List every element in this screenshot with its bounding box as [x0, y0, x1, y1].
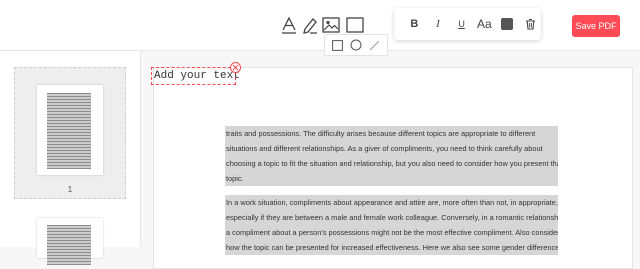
- document-paragraph-1: traits and possessions. The difficulty a…: [225, 126, 558, 186]
- paragraph-line: In a work situation, compliments about a…: [226, 198, 558, 207]
- paragraph-line: situations and different relationships. …: [226, 144, 543, 153]
- paragraph-line: how the topic can be presented for incre…: [226, 243, 558, 252]
- text-tool-icon[interactable]: [280, 16, 298, 34]
- color-swatch: [501, 18, 513, 30]
- paragraph-line: traits and possessions. The difficulty a…: [226, 129, 536, 138]
- thumbnail-page-preview: [37, 85, 103, 175]
- pen-tool-icon[interactable]: [301, 16, 319, 34]
- image-tool-icon[interactable]: [322, 16, 340, 34]
- thumbnail-text-preview: [47, 225, 91, 265]
- paragraph-line: a compliment about a person's possession…: [226, 228, 558, 237]
- circle-shape-icon[interactable]: [349, 38, 363, 52]
- line-shape-icon[interactable]: [368, 38, 382, 52]
- page-thumbnail-1[interactable]: [14, 67, 126, 199]
- thumbnail-text-preview: [47, 93, 91, 169]
- trash-icon[interactable]: [520, 13, 541, 35]
- color-picker-button[interactable]: [497, 13, 518, 35]
- top-toolbar: B I U Aa Save PDF: [0, 0, 640, 51]
- page-number-label: 1: [67, 185, 73, 194]
- paragraph-line: especially if they are between a male an…: [226, 213, 558, 222]
- remove-text-box-icon[interactable]: [230, 62, 241, 73]
- page-thumbnail-2[interactable]: [37, 218, 103, 265]
- square-shape-icon[interactable]: [330, 38, 344, 52]
- underline-button[interactable]: U: [451, 13, 472, 35]
- font-size-button[interactable]: Aa: [475, 13, 494, 35]
- text-box[interactable]: Add your text: [151, 67, 240, 85]
- paragraph-line: topic.: [226, 174, 244, 183]
- bold-button[interactable]: B: [404, 13, 425, 35]
- shape-tool-icon[interactable]: [346, 16, 364, 34]
- italic-button[interactable]: I: [428, 13, 449, 35]
- shape-menu: [324, 34, 388, 56]
- text-format-bar: B I U Aa: [394, 8, 541, 40]
- save-pdf-button[interactable]: Save PDF: [572, 15, 620, 37]
- paragraph-line: choosing a topic to fit the situation an…: [226, 159, 558, 168]
- document-paragraph-2: In a work situation, compliments about a…: [225, 195, 558, 255]
